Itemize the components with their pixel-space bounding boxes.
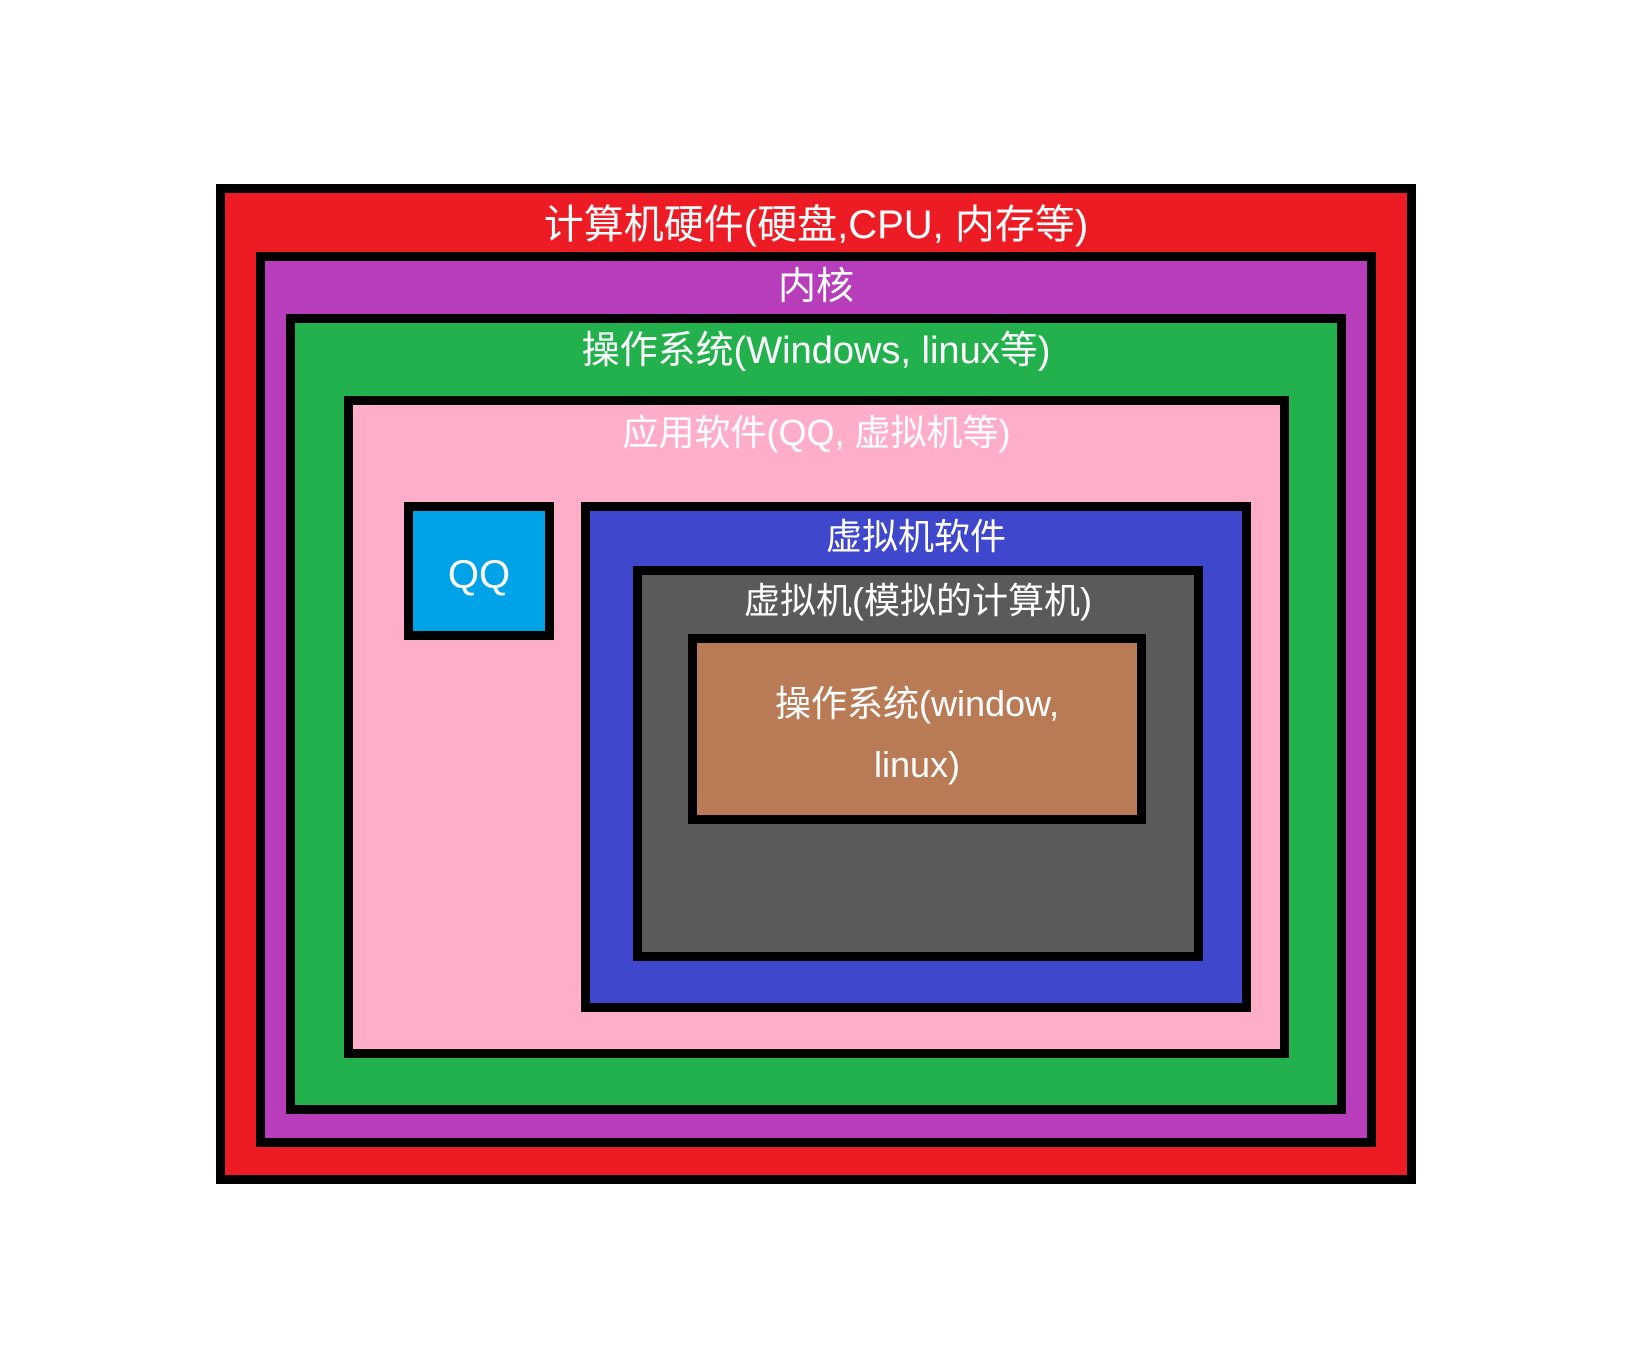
layer-virtual-machine-label: 虚拟机(模拟的计算机) (642, 575, 1194, 622)
layer-vm-software-label: 虚拟机软件 (590, 511, 1242, 558)
layer-hardware-label: 计算机硬件(硬盘,CPU, 内存等) (225, 193, 1407, 249)
system-architecture-diagram: 计算机硬件(硬盘,CPU, 内存等) 内核 操作系统(Windows, linu… (216, 184, 1416, 1184)
box-qq-label: QQ (413, 511, 545, 599)
box-qq: QQ (404, 502, 554, 640)
layer-inner-os-label: 操作系统(window, linux) (697, 643, 1137, 795)
layer-os-label: 操作系统(Windows, linux等) (295, 323, 1337, 375)
layer-inner-os: 操作系统(window, linux) (688, 634, 1146, 824)
layer-kernel-label: 内核 (265, 261, 1367, 311)
layer-application-software-label: 应用软件(QQ, 虚拟机等) (353, 405, 1280, 454)
